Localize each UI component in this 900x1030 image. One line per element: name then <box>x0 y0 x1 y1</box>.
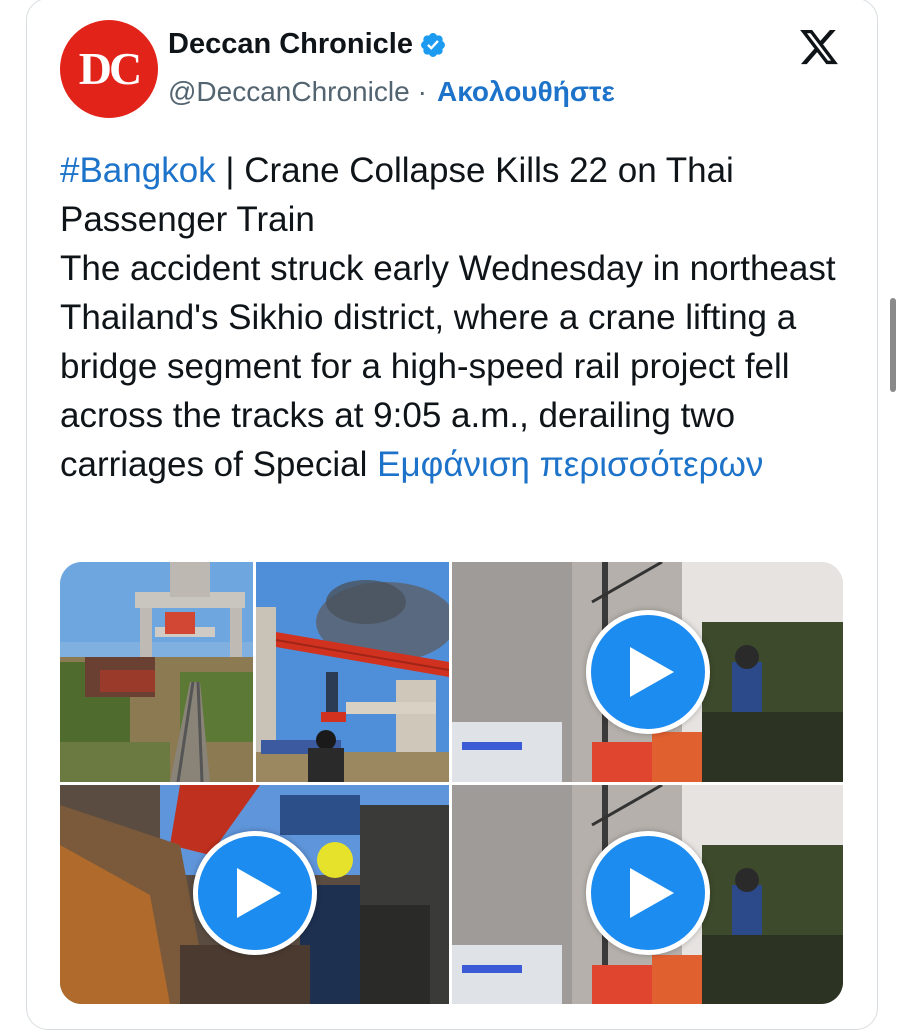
show-more-link[interactable]: Εμφάνιση περισσότερων <box>377 445 763 484</box>
separator: · <box>417 76 427 107</box>
play-button[interactable] <box>586 831 710 955</box>
play-icon <box>630 868 674 918</box>
media-grid <box>60 562 843 1004</box>
crane-photo-image <box>256 562 449 782</box>
media-photo-1[interactable] <box>60 562 253 782</box>
tweet-text: #Bangkok | Crane Collapse Kills 22 on Th… <box>60 146 860 489</box>
media-photo-2[interactable] <box>256 562 449 782</box>
account-handle[interactable]: @DeccanChronicle <box>168 76 410 108</box>
avatar[interactable]: DC <box>60 20 158 118</box>
play-button[interactable] <box>586 610 710 734</box>
tweet-headline: #Bangkok | Crane Collapse Kills 22 on Th… <box>60 146 860 244</box>
media-video-1[interactable] <box>452 562 843 782</box>
hashtag-link[interactable]: #Bangkok <box>60 151 216 190</box>
play-icon <box>237 868 281 918</box>
media-video-2[interactable] <box>60 785 449 1004</box>
scrollbar[interactable] <box>890 298 896 392</box>
account-name-row: Deccan Chronicle <box>168 28 447 61</box>
play-icon <box>630 647 674 697</box>
account-name[interactable]: Deccan Chronicle <box>168 28 413 61</box>
x-logo-icon[interactable] <box>796 26 842 68</box>
avatar-text: DC <box>78 43 142 94</box>
handle-row: @DeccanChronicle · Ακολουθήστε <box>168 76 615 108</box>
follow-button[interactable]: Ακολουθήστε <box>437 76 615 108</box>
media-video-3[interactable] <box>452 785 843 1004</box>
train-photo-image <box>60 562 253 782</box>
verified-badge-icon <box>421 32 445 57</box>
play-button[interactable] <box>193 831 317 955</box>
tweet-body: The accident struck early Wednesday in n… <box>60 244 860 489</box>
